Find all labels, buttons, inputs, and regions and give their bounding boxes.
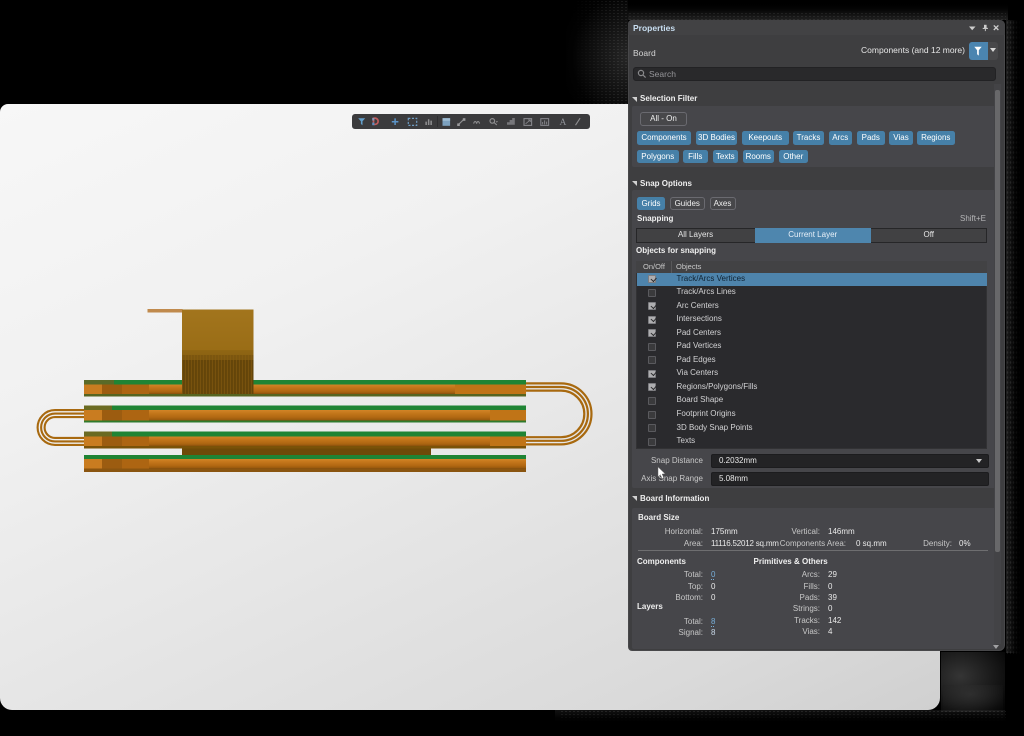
svg-text:A: A — [560, 118, 567, 128]
